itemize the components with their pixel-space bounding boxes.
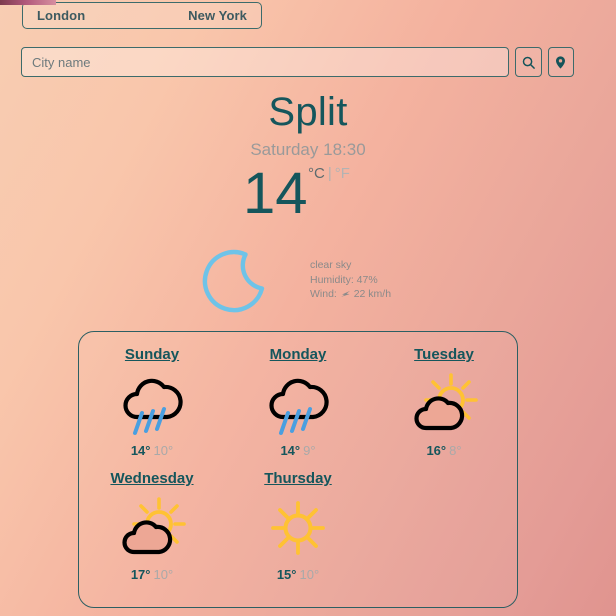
search-row [21,47,574,77]
forecast-day-name[interactable]: Sunday [125,346,179,363]
wind-direction-arrow-icon [340,289,351,304]
humidity-value: Humidity: 47% [310,273,378,286]
forecast-high: 17° [130,567,151,582]
forecast-low: 10° [299,567,320,582]
forecast-row-first: Sunday 14° 10° Monday 14° 9° Tuesday 16°… [79,332,517,458]
location-pin-icon [556,55,566,69]
unit-fahrenheit-button[interactable]: °F [335,165,350,182]
forecast-card: Sunday 14° 10° Monday 14° 9° Tuesday 16°… [78,331,518,608]
current-temperature-block: 14 °C | °F [0,160,616,240]
sun-cloud-icon [407,369,481,439]
tab-new-york[interactable]: New York [188,8,247,23]
forecast-temps: 17° 10° [131,567,173,582]
wind-value: 22 km/h [353,288,392,300]
sun-icon [261,493,335,563]
forecast-low: 10° [153,443,174,458]
forecast-high: 14° [130,443,151,458]
forecast-day-placeholder [371,470,517,582]
forecast-temps: 14° 9° [280,443,315,458]
city-tab-bar: London New York [22,2,262,29]
forecast-day-tuesday[interactable]: Tuesday 16° 8° [371,346,517,458]
forecast-day-name[interactable]: Wednesday [110,470,193,487]
forecast-day-name[interactable]: Thursday [264,470,332,487]
use-my-location-button[interactable] [547,47,574,77]
top-decoration-strip [0,0,56,5]
rain-cloud-icon [261,369,335,439]
unit-toggle: °C | °F [308,165,350,182]
forecast-low: 9° [303,443,316,458]
forecast-day-monday[interactable]: Monday 14° 9° [225,346,371,458]
search-icon [522,56,535,69]
page-title-city: Split [268,90,348,134]
forecast-low: 10° [153,567,174,582]
forecast-low: 8° [449,443,462,458]
forecast-day-name[interactable]: Monday [270,346,327,363]
current-condition-details: clear sky Humidity: 47% Wind: 22 km/h [310,258,391,304]
crescent-moon-icon [202,249,265,313]
unit-celsius-button[interactable]: °C [308,165,325,182]
unit-separator: | [327,165,332,182]
wind-label: Wind: [310,288,337,300]
forecast-high: 14° [280,443,301,458]
forecast-day-sunday[interactable]: Sunday 14° 10° [79,346,225,458]
current-condition-icon-wrapper [196,244,276,316]
current-temperature-value: 14 [243,161,308,226]
current-datetime: Saturday 18:30 [250,140,366,159]
forecast-day-wednesday[interactable]: Wednesday 17° 10° [79,470,225,582]
search-button[interactable] [515,47,542,77]
wind-line: Wind: 22 km/h [310,287,391,304]
forecast-high: 16° [426,443,447,458]
forecast-day-thursday[interactable]: Thursday 15° 10° [225,470,371,582]
sun-cloud-icon [115,493,189,563]
forecast-temps: 14° 10° [131,443,173,458]
tab-london[interactable]: London [37,8,85,23]
search-input[interactable] [21,47,509,77]
forecast-day-name[interactable]: Tuesday [414,346,474,363]
forecast-row-second: Wednesday 17° 10° Thursday 15° 10° [79,458,517,582]
forecast-high: 15° [276,567,297,582]
forecast-temps: 16° 8° [426,443,461,458]
forecast-temps: 15° 10° [277,567,319,582]
condition-description: clear sky [310,259,352,271]
rain-cloud-icon [115,369,189,439]
